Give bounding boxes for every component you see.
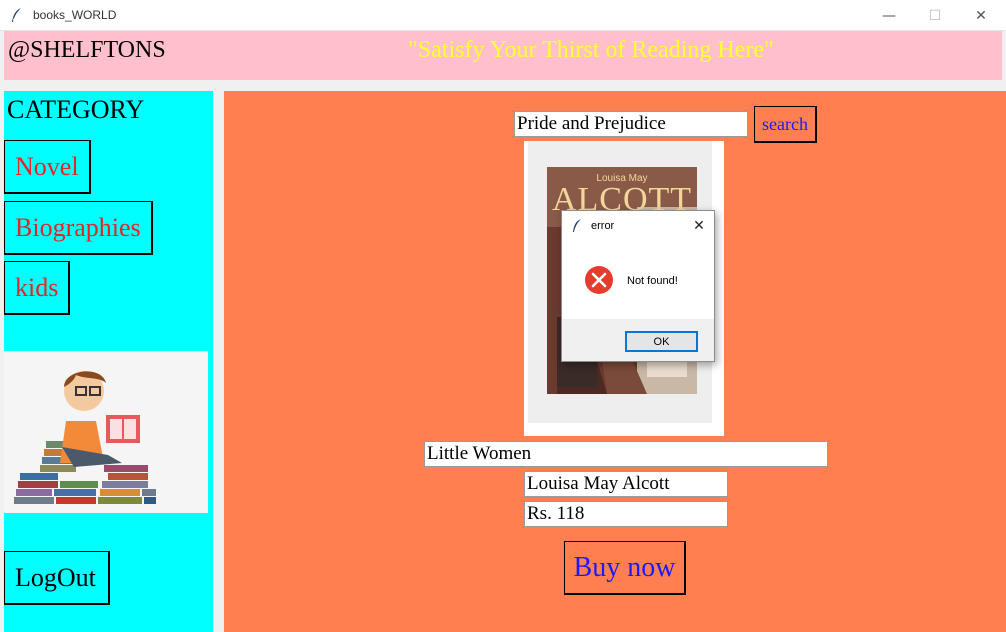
error-dialog: error ✕ Not found! OK — [561, 210, 715, 362]
book-author-field[interactable]: Louisa May Alcott — [524, 471, 728, 497]
logout-button[interactable]: LogOut — [4, 551, 110, 605]
book-price-field[interactable]: Rs. 118 — [524, 501, 728, 527]
category-heading: CATEGORY — [7, 95, 145, 124]
reader-illustration — [4, 351, 208, 513]
book-title-field[interactable]: Little Women — [424, 441, 828, 467]
category-kids-button[interactable]: kids — [4, 261, 71, 315]
search-button[interactable]: search — [754, 106, 817, 143]
slogan-label: "Satisfy Your Thirst of Reading Here" — [408, 37, 774, 63]
ok-button[interactable]: OK — [625, 331, 698, 352]
minimize-button[interactable]: — — [866, 0, 912, 31]
dialog-close-button[interactable]: ✕ — [688, 215, 710, 237]
dialog-footer: OK — [562, 319, 714, 361]
category-novel-button[interactable]: Novel — [4, 140, 91, 194]
dialog-message: Not found! — [627, 275, 678, 287]
header-banner: @SHELFTONS "Satisfy Your Thirst of Readi… — [4, 31, 1002, 80]
maximize-button[interactable]: ☐ — [912, 0, 958, 31]
window-title: books_WORLD — [33, 8, 117, 22]
error-icon — [585, 266, 613, 294]
feather-icon — [573, 219, 581, 232]
brand-label: @SHELFTONS — [8, 37, 166, 63]
search-input[interactable] — [514, 111, 748, 137]
buy-now-button[interactable]: Buy now — [564, 541, 686, 595]
category-biographies-button[interactable]: Biographies — [4, 201, 153, 255]
dialog-title: error — [591, 220, 615, 232]
feather-icon — [12, 7, 22, 22]
title-bar: books_WORLD — ☐ ✕ — [0, 0, 1006, 31]
category-sidebar: CATEGORY Novel Biographies kids LogOut — [4, 91, 213, 632]
close-window-button[interactable]: ✕ — [958, 0, 1004, 31]
